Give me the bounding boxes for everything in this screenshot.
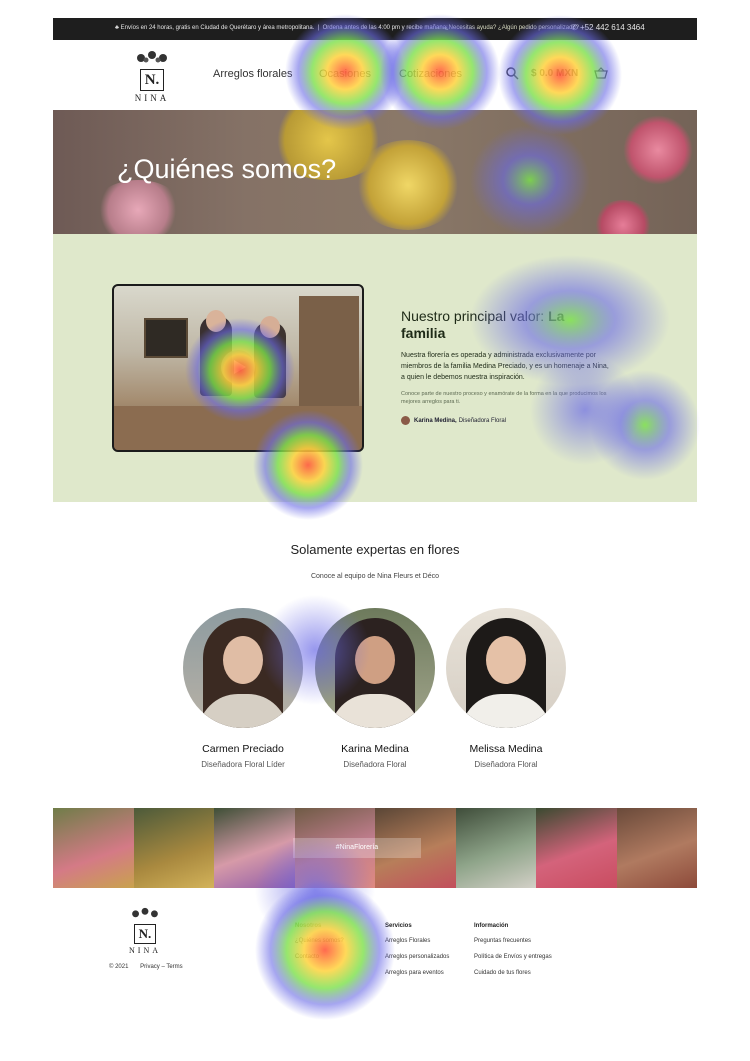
face <box>355 636 395 684</box>
gallery-image[interactable] <box>536 808 617 888</box>
play-icon[interactable] <box>221 350 255 384</box>
hero-flowers-image <box>593 200 653 234</box>
hero-flowers-image <box>623 115 693 185</box>
team-member-card: Karina Medina Diseñadora Floral <box>315 608 435 769</box>
footer-heading: Información <box>474 923 509 929</box>
video-player[interactable] <box>112 284 364 452</box>
member-role: Diseñadora Floral Líder <box>201 760 285 769</box>
footer-link[interactable]: Contacto <box>295 954 344 960</box>
footer-column-nosotros: Nosotros ¿Quiénes somos? Contacto <box>295 923 344 970</box>
logo-word: NINA <box>129 946 161 955</box>
page-title: ¿Quiénes somos? <box>117 154 337 184</box>
main-nav: N. NINA Arreglos florales Ocasiones Coti… <box>53 40 697 110</box>
value-info: Nuestro principal valor: La familia Nues… <box>401 308 611 425</box>
value-heading: Nuestro principal valor: La familia <box>401 308 611 342</box>
footer-link[interactable]: Política de Envíos y entregas <box>474 954 552 960</box>
person-face <box>260 316 280 338</box>
person-face <box>206 310 226 332</box>
gallery-image[interactable] <box>133 808 214 888</box>
gallery-image[interactable] <box>455 808 536 888</box>
logo-mark: N. <box>140 69 164 91</box>
phone-icon: ✆ <box>571 23 580 32</box>
value-small: Conoce parte de nuestro proceso y enamór… <box>401 391 607 405</box>
footer-link[interactable]: Arreglos para eventos <box>385 970 449 976</box>
nav-arreglos-florales[interactable]: Arreglos florales <box>213 68 292 80</box>
shipping-notice: ♣ Envíos en 24 horas, gratis en Ciudad d… <box>115 25 448 31</box>
order-note: Ordena antes de las 4:00 pm y recibe mañ… <box>322 25 448 31</box>
member-name: Karina Medina <box>341 743 409 755</box>
avatar <box>401 416 410 425</box>
copyright-text: © 2021 <box>109 964 129 970</box>
member-name: Carmen Preciado <box>202 743 284 755</box>
value-heading-prefix: Nuestro principal valor: <box>401 308 549 324</box>
phone-link[interactable]: ✆ +52 442 614 3464 <box>571 23 645 32</box>
team-subtitle: Conoce al equipo de Nina Fleurs et Déco <box>310 573 440 580</box>
footer-link[interactable]: ¿Quiénes somos? <box>295 938 344 944</box>
footer-column-informacion: Información Preguntas frecuentes Polític… <box>474 923 552 986</box>
author-name: Karina Medina, <box>414 417 457 424</box>
member-role: Diseñadora Floral <box>474 760 538 769</box>
logo-word: NINA <box>134 93 170 103</box>
footer-column-servicios: Servicios Arreglos Florales Arreglos per… <box>385 923 449 986</box>
hashtag-label[interactable]: #NinaFlorería <box>293 838 421 858</box>
instagram-gallery[interactable]: #NinaFlorería <box>53 808 697 888</box>
floral-crest-icon <box>137 51 167 63</box>
value-section: Nuestro principal valor: La familia Nues… <box>53 234 697 502</box>
member-photo <box>315 608 435 728</box>
workbench <box>114 406 362 450</box>
shipping-text: Envíos en 24 horas, gratis en Ciudad de … <box>120 25 315 31</box>
announcement-bar: ♣ Envíos en 24 horas, gratis en Ciudad d… <box>53 18 697 40</box>
footer-link[interactable]: Arreglos Florales <box>385 938 449 944</box>
phone-number: +52 442 614 3464 <box>579 23 645 32</box>
footer-link[interactable]: Cuidado de tus flores <box>474 970 552 976</box>
legal-links[interactable]: Privacy – Terms <box>140 964 183 970</box>
member-photo <box>183 608 303 728</box>
nav-cotizaciones[interactable]: Cotizaciones <box>399 68 462 80</box>
copyright: © 2021 Privacy – Terms <box>109 964 193 970</box>
hero-banner: ¿Quiénes somos? <box>53 110 697 234</box>
face <box>486 636 526 684</box>
chalkboard <box>144 318 188 358</box>
hero-flowers-image <box>93 180 183 234</box>
nav-ocasiones[interactable]: Ocasiones <box>319 68 371 80</box>
member-name: Melissa Medina <box>469 743 543 755</box>
footer-heading: Servicios <box>385 923 412 929</box>
floral-crest-icon <box>132 907 158 918</box>
footer-logo[interactable]: N. NINA <box>125 906 165 955</box>
footer-link[interactable]: Arreglos personalizados <box>385 954 449 960</box>
gallery-image[interactable] <box>616 808 697 888</box>
hero-flowers-image <box>353 140 463 230</box>
footer-link[interactable]: Preguntas frecuentes <box>474 938 552 944</box>
face <box>223 636 263 684</box>
member-role: Diseñadora Floral <box>343 760 407 769</box>
value-lead: Nuestra florería es operada y administra… <box>401 352 609 381</box>
team-title: Solamente expertas en flores <box>290 542 460 557</box>
logo[interactable]: N. NINA <box>131 50 173 103</box>
logo-mark: N. <box>134 924 156 944</box>
cart-total[interactable]: $ 0.0 MXN <box>531 68 578 79</box>
search-icon[interactable] <box>505 66 519 80</box>
author-role: Diseñadora Floral <box>458 417 507 424</box>
basket-icon[interactable] <box>594 67 608 79</box>
author: Karina Medina, Diseñadora Floral <box>401 416 611 425</box>
member-photo <box>446 608 566 728</box>
gallery-image[interactable] <box>53 808 134 888</box>
gallery-image[interactable] <box>214 808 295 888</box>
footer-heading: Nosotros <box>295 923 322 929</box>
team-member-card: Carmen Preciado Diseñadora Floral Líder <box>183 608 303 769</box>
team-member-card: Melissa Medina Diseñadora Floral <box>446 608 566 769</box>
help-link[interactable]: ¿Necesitas ayuda? ¿Algún pedido personal… <box>445 25 579 31</box>
